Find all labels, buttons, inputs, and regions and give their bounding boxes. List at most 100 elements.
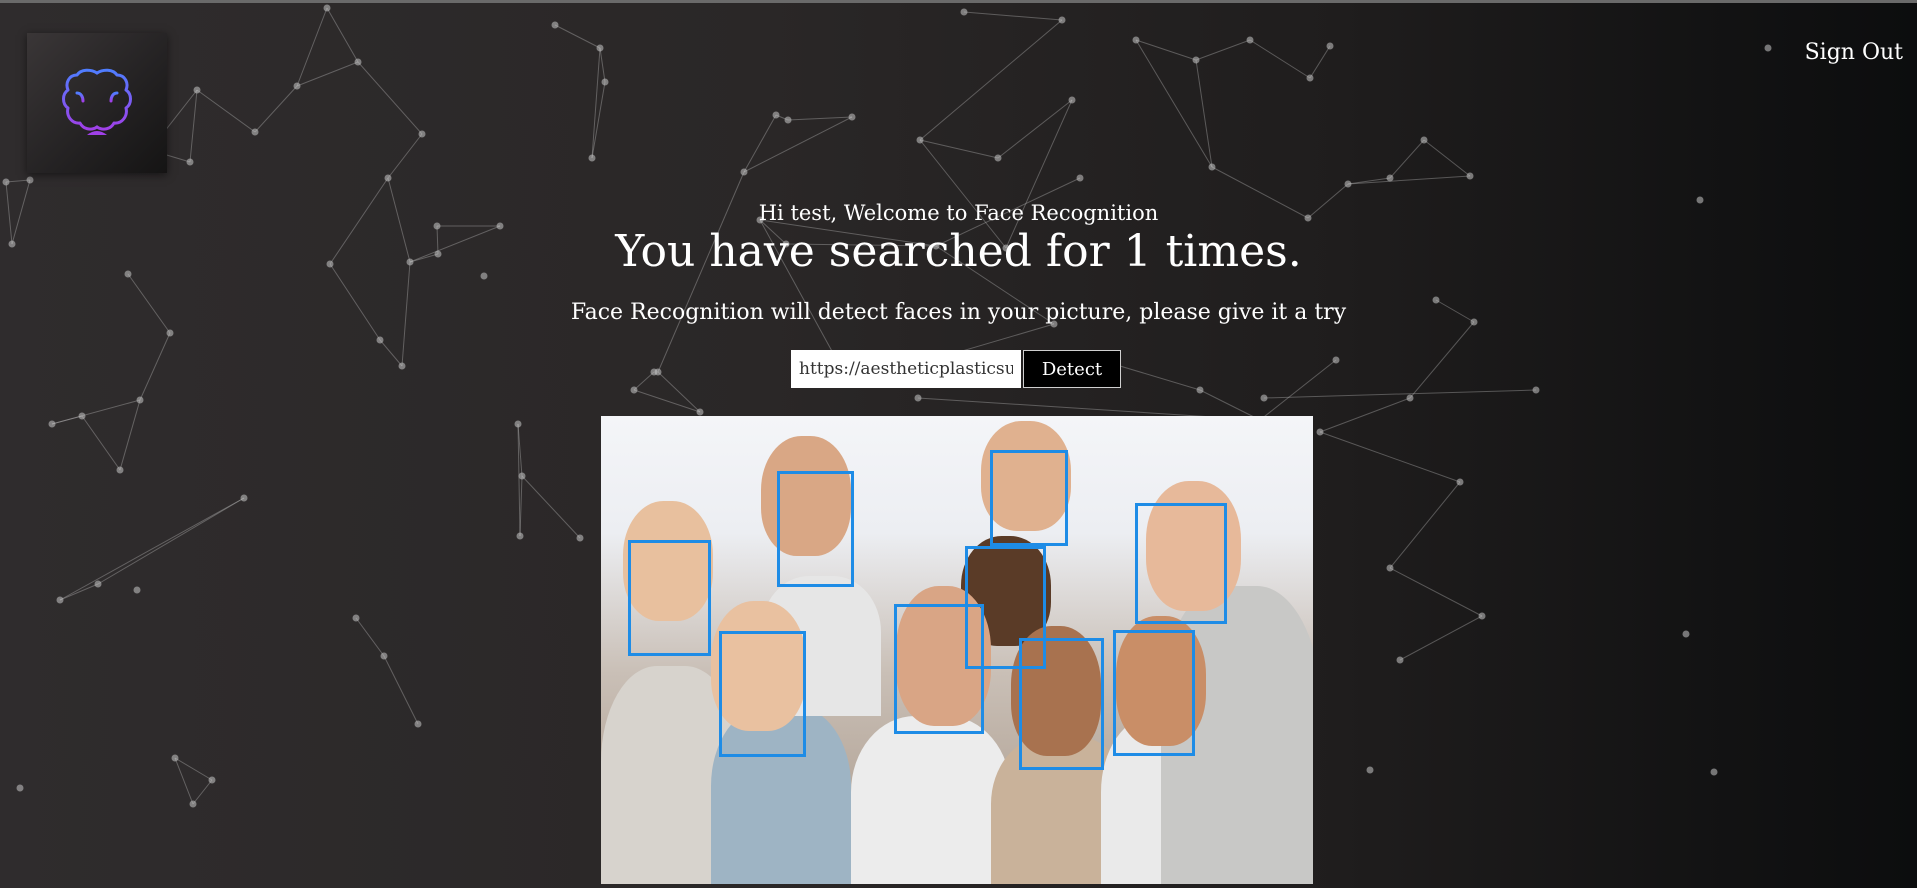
face-bounding-box bbox=[628, 540, 711, 656]
particle-link bbox=[963, 11, 1063, 21]
particle-dot bbox=[384, 174, 392, 182]
brain-icon bbox=[62, 68, 132, 135]
particle-dot bbox=[380, 652, 388, 660]
particle-link bbox=[657, 371, 701, 413]
particle-dot bbox=[1344, 180, 1352, 188]
particle-dot bbox=[56, 596, 64, 604]
particle-dot bbox=[398, 362, 406, 370]
sign-out-link[interactable]: Sign Out bbox=[1805, 40, 1903, 65]
particle-dot bbox=[914, 394, 922, 402]
particle-link bbox=[139, 332, 171, 401]
particle-dot bbox=[166, 329, 174, 337]
particle-dot bbox=[16, 784, 24, 792]
particle-dot bbox=[293, 82, 301, 90]
particle-dot bbox=[1764, 44, 1772, 52]
particle-link bbox=[5, 179, 31, 183]
particle-link bbox=[296, 61, 359, 87]
particle-link bbox=[521, 475, 581, 539]
particle-dot bbox=[418, 130, 426, 138]
particle-link bbox=[59, 497, 245, 601]
particle-dot bbox=[240, 494, 248, 502]
particle-dot bbox=[740, 168, 748, 176]
particle-link bbox=[192, 779, 213, 805]
particle-link bbox=[554, 24, 601, 49]
image-url-form: Detect bbox=[791, 350, 1121, 388]
particle-dot bbox=[208, 776, 216, 784]
particle-dot bbox=[116, 466, 124, 474]
particle-dot bbox=[1396, 656, 1404, 664]
particle-link bbox=[174, 757, 194, 805]
face-bounding-box bbox=[1019, 638, 1104, 770]
particle-link bbox=[743, 116, 853, 173]
face-bounding-box bbox=[1135, 503, 1227, 624]
particle-dot bbox=[596, 44, 604, 52]
particle-link bbox=[1423, 139, 1471, 177]
particle-link bbox=[1135, 39, 1213, 168]
particle-link bbox=[296, 7, 328, 87]
particle-dot bbox=[193, 86, 201, 94]
particle-link bbox=[1389, 139, 1425, 179]
face-bounding-box bbox=[1113, 630, 1195, 756]
particle-dot bbox=[1058, 16, 1066, 24]
particle-dot bbox=[772, 111, 780, 119]
particle-link bbox=[387, 133, 423, 179]
particle-link bbox=[254, 85, 298, 133]
app-logo[interactable] bbox=[27, 33, 167, 173]
image-url-input[interactable] bbox=[791, 350, 1021, 388]
particle-link bbox=[355, 617, 385, 657]
particle-dot bbox=[133, 586, 141, 594]
particle-link bbox=[1249, 39, 1311, 79]
particle-link bbox=[1319, 431, 1461, 483]
particle-dot bbox=[514, 420, 522, 428]
particle-dot bbox=[94, 580, 102, 588]
face-bounding-box bbox=[894, 604, 984, 734]
particle-dot bbox=[696, 408, 704, 416]
particle-link bbox=[633, 371, 655, 391]
particle-link bbox=[97, 497, 245, 585]
particle-dot bbox=[136, 396, 144, 404]
particle-link bbox=[1195, 59, 1213, 168]
particle-link bbox=[633, 389, 701, 413]
particle-dot bbox=[414, 720, 422, 728]
tagline-text: Face Recognition will detect faces in yo… bbox=[570, 300, 1347, 325]
particle-link bbox=[599, 47, 606, 83]
particle-dot bbox=[994, 154, 1002, 162]
particle-dot bbox=[26, 176, 34, 184]
particle-dot bbox=[551, 21, 559, 29]
particle-dot bbox=[1386, 174, 1394, 182]
particle-link bbox=[326, 7, 359, 63]
particle-dot bbox=[588, 154, 596, 162]
particle-link bbox=[1195, 39, 1251, 61]
particle-dot bbox=[916, 136, 924, 144]
particle-dot bbox=[2, 178, 10, 186]
particle-dot bbox=[323, 4, 331, 12]
particle-dot bbox=[518, 472, 526, 480]
particle-dot bbox=[650, 368, 658, 376]
particle-dot bbox=[1132, 36, 1140, 44]
particle-link bbox=[189, 89, 198, 163]
particle-dot bbox=[1386, 564, 1394, 572]
particle-dot bbox=[1406, 394, 1414, 402]
particle-link bbox=[383, 655, 419, 725]
face-bounding-box bbox=[990, 450, 1068, 546]
particle-link bbox=[1259, 359, 1337, 421]
particle-link bbox=[997, 99, 1073, 159]
particle-link bbox=[591, 47, 601, 159]
particle-dot bbox=[630, 386, 638, 394]
particle-link bbox=[357, 61, 423, 135]
particle-link bbox=[1135, 39, 1197, 61]
particle-dot bbox=[354, 58, 362, 66]
particle-link bbox=[1263, 389, 1537, 399]
particle-dot bbox=[576, 534, 584, 542]
particle-dot bbox=[1456, 478, 1464, 486]
detect-button[interactable]: Detect bbox=[1023, 350, 1121, 388]
particle-dot bbox=[171, 754, 179, 762]
particle-link bbox=[379, 339, 403, 367]
particle-link bbox=[59, 583, 99, 601]
particle-dot bbox=[1466, 172, 1474, 180]
particle-dot bbox=[516, 532, 524, 540]
particle-dot bbox=[78, 412, 86, 420]
particle-dot bbox=[1316, 428, 1324, 436]
particle-dot bbox=[48, 420, 56, 428]
particle-dot bbox=[376, 336, 384, 344]
